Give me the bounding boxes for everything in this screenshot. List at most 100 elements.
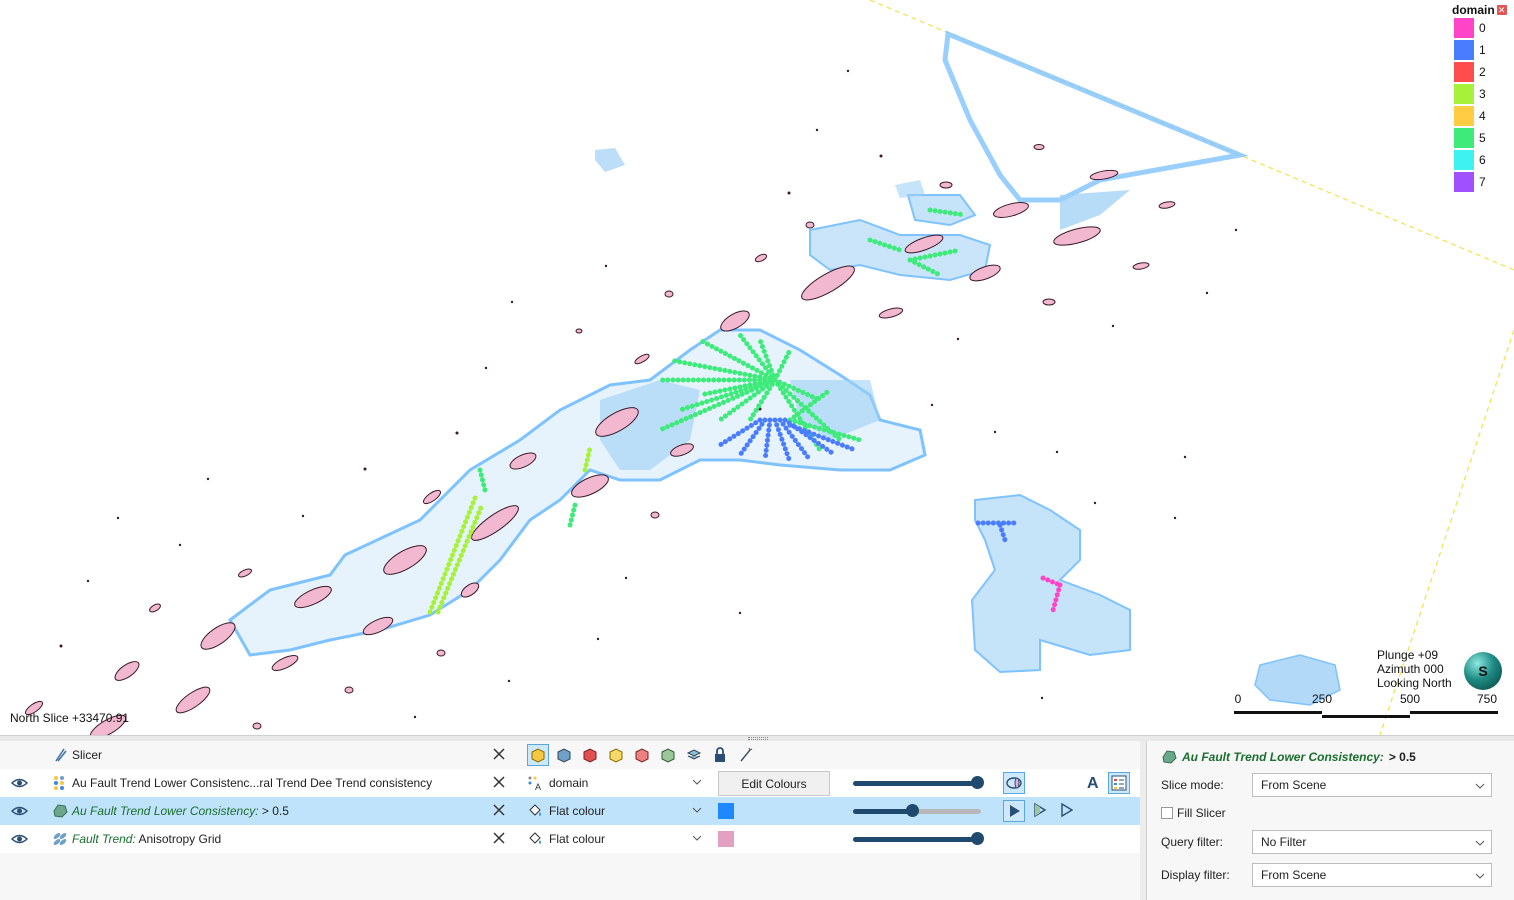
slicer-label: Slicer	[72, 748, 103, 762]
legend-swatch	[1454, 150, 1474, 170]
legend-label: 1	[1479, 43, 1486, 57]
colouring-dropdown[interactable]: Flat colour	[549, 832, 605, 846]
slicer-box-green-icon[interactable]	[657, 744, 679, 766]
legend-swatch	[1454, 18, 1474, 38]
slider-knob[interactable]	[971, 832, 984, 845]
slicer-box-blue-icon[interactable]	[553, 744, 575, 766]
legend-close-icon[interactable]: ✕	[1496, 5, 1507, 15]
colouring-dropdown[interactable]: domain	[549, 776, 588, 790]
chevron-down-icon[interactable]	[692, 834, 702, 842]
legend-swatch	[1454, 106, 1474, 126]
visibility-eye-icon[interactable]	[11, 804, 28, 818]
chevron-down-icon[interactable]	[692, 778, 702, 786]
slider-knob[interactable]	[971, 776, 984, 789]
splitter-grip-icon[interactable]	[748, 737, 768, 740]
looking-readout: Looking North	[1377, 676, 1452, 690]
legend-item: 6	[1452, 149, 1512, 171]
layer-name-italic: Fault Trend:	[72, 832, 136, 846]
remove-layer-icon[interactable]	[492, 803, 506, 817]
colour-swatch[interactable]	[718, 831, 734, 847]
play-outline-icon[interactable]	[1057, 800, 1079, 822]
edit-colours-button[interactable]: Edit Colours	[718, 771, 830, 796]
azimuth-readout: Azimuth 000	[1377, 662, 1444, 676]
scene-viewport[interactable]: domain ✕ 01234567 North Slice +33470.91 …	[0, 0, 1514, 735]
visibility-eye-icon[interactable]	[11, 832, 28, 846]
colouring-dropdown[interactable]: Flat colour	[549, 804, 605, 818]
slice-mode-select[interactable]: From Scene	[1252, 773, 1492, 797]
layer-row-anisotropy[interactable]: Fault Trend: Anisotropy Grid Flat colour	[0, 825, 1140, 853]
scale-label: 500	[1399, 692, 1421, 706]
layer-name: Fault Trend: Anisotropy Grid	[72, 832, 221, 846]
shell-icon	[1162, 750, 1177, 764]
query-filter-select[interactable]: No Filter	[1252, 830, 1492, 854]
north-slice-readout: North Slice +33470.91	[10, 711, 130, 725]
points-icon	[54, 776, 64, 790]
slicer-icon	[55, 748, 67, 762]
legend-label: 7	[1479, 175, 1486, 189]
half-shell-icon[interactable]	[1030, 800, 1052, 822]
compass-letter: S	[1478, 663, 1488, 679]
legend-item: 2	[1452, 61, 1512, 83]
legend-toggle-icon[interactable]	[1108, 772, 1130, 794]
slicer-box-yellow-icon[interactable]	[527, 744, 549, 766]
fill-slicer-checkbox[interactable]	[1161, 807, 1173, 819]
slicer-wand-icon[interactable]	[735, 744, 757, 766]
slicer-box-red-icon[interactable]	[579, 744, 601, 766]
legend-swatch	[1454, 128, 1474, 148]
remove-layer-icon[interactable]	[492, 775, 506, 789]
layer-row-shell[interactable]: Au Fault Trend Lower Consistency: > 0.5 …	[0, 797, 1140, 825]
slider-fill	[853, 809, 911, 814]
scale-segment	[1234, 711, 1322, 714]
opacity-slider[interactable]	[853, 804, 981, 817]
legend-label: 6	[1479, 153, 1486, 167]
scene-canvas[interactable]	[0, 0, 1514, 735]
chevron-down-icon	[1475, 840, 1485, 846]
legend-item: 5	[1452, 127, 1512, 149]
layer-row-points[interactable]: Au Fault Trend Lower Consistenc...ral Tr…	[0, 769, 1140, 797]
legend-title: domain ✕	[1452, 3, 1512, 17]
slicer-box-red2-icon[interactable]	[631, 744, 653, 766]
domain-legend: domain ✕ 0 1 2 3 4 5 6 7	[1452, 3, 1512, 193]
scale-label: 750	[1476, 692, 1498, 706]
visibility-eye-icon[interactable]	[11, 776, 28, 790]
legend-swatch	[1454, 172, 1474, 192]
colour-swatch[interactable]	[718, 803, 734, 819]
legend-label: 2	[1479, 65, 1486, 79]
lock-icon[interactable]	[709, 744, 731, 766]
legend-swatch	[1454, 84, 1474, 104]
cylinder-icon[interactable]	[1003, 772, 1025, 794]
slice-mode-value: From Scene	[1261, 778, 1327, 792]
legend-item: 3	[1452, 83, 1512, 105]
slicer-box-yellow2-icon[interactable]	[605, 744, 627, 766]
chevron-down-icon[interactable]	[692, 806, 702, 814]
play-icon[interactable]	[1003, 800, 1025, 822]
display-filter-select[interactable]: From Scene	[1252, 863, 1492, 887]
slicer-row: Slicer	[0, 741, 1140, 769]
legend-label: 4	[1479, 109, 1486, 123]
opacity-slider[interactable]	[853, 776, 984, 789]
plunge-readout: Plunge +09	[1377, 648, 1439, 662]
slicer-box-teal-icon[interactable]	[683, 744, 705, 766]
legend-label: 0	[1479, 21, 1486, 35]
remove-slicer-icon[interactable]	[492, 747, 506, 761]
svg-text:A: A	[1087, 775, 1099, 792]
properties-panel: Au Fault Trend Lower Consistency: > 0.5 …	[1146, 741, 1514, 900]
label-a-icon[interactable]: A	[1083, 772, 1105, 794]
scale-segment	[1410, 711, 1498, 714]
compass-icon[interactable]: S	[1464, 652, 1502, 690]
scale-segment	[1322, 715, 1410, 718]
opacity-slider[interactable]	[853, 832, 984, 845]
anisotropy-grid-icon	[53, 833, 67, 845]
display-filter-label: Display filter:	[1161, 868, 1230, 882]
view-orientation: Plunge +09 Azimuth 000 Looking North	[1377, 648, 1452, 690]
slider-knob[interactable]	[906, 804, 919, 817]
query-filter-value: No Filter	[1261, 835, 1307, 849]
properties-title-italic: Au Fault Trend Lower Consistency:	[1182, 750, 1384, 764]
layer-name: Au Fault Trend Lower Consistency: > 0.5	[72, 804, 289, 818]
layer-name-rest: > 0.5	[258, 804, 289, 818]
remove-layer-icon[interactable]	[492, 831, 506, 845]
properties-title: Au Fault Trend Lower Consistency: > 0.5	[1161, 749, 1416, 765]
scale-label: 250	[1311, 692, 1333, 706]
slider-fill	[853, 837, 976, 842]
chevron-down-icon	[1475, 783, 1485, 789]
